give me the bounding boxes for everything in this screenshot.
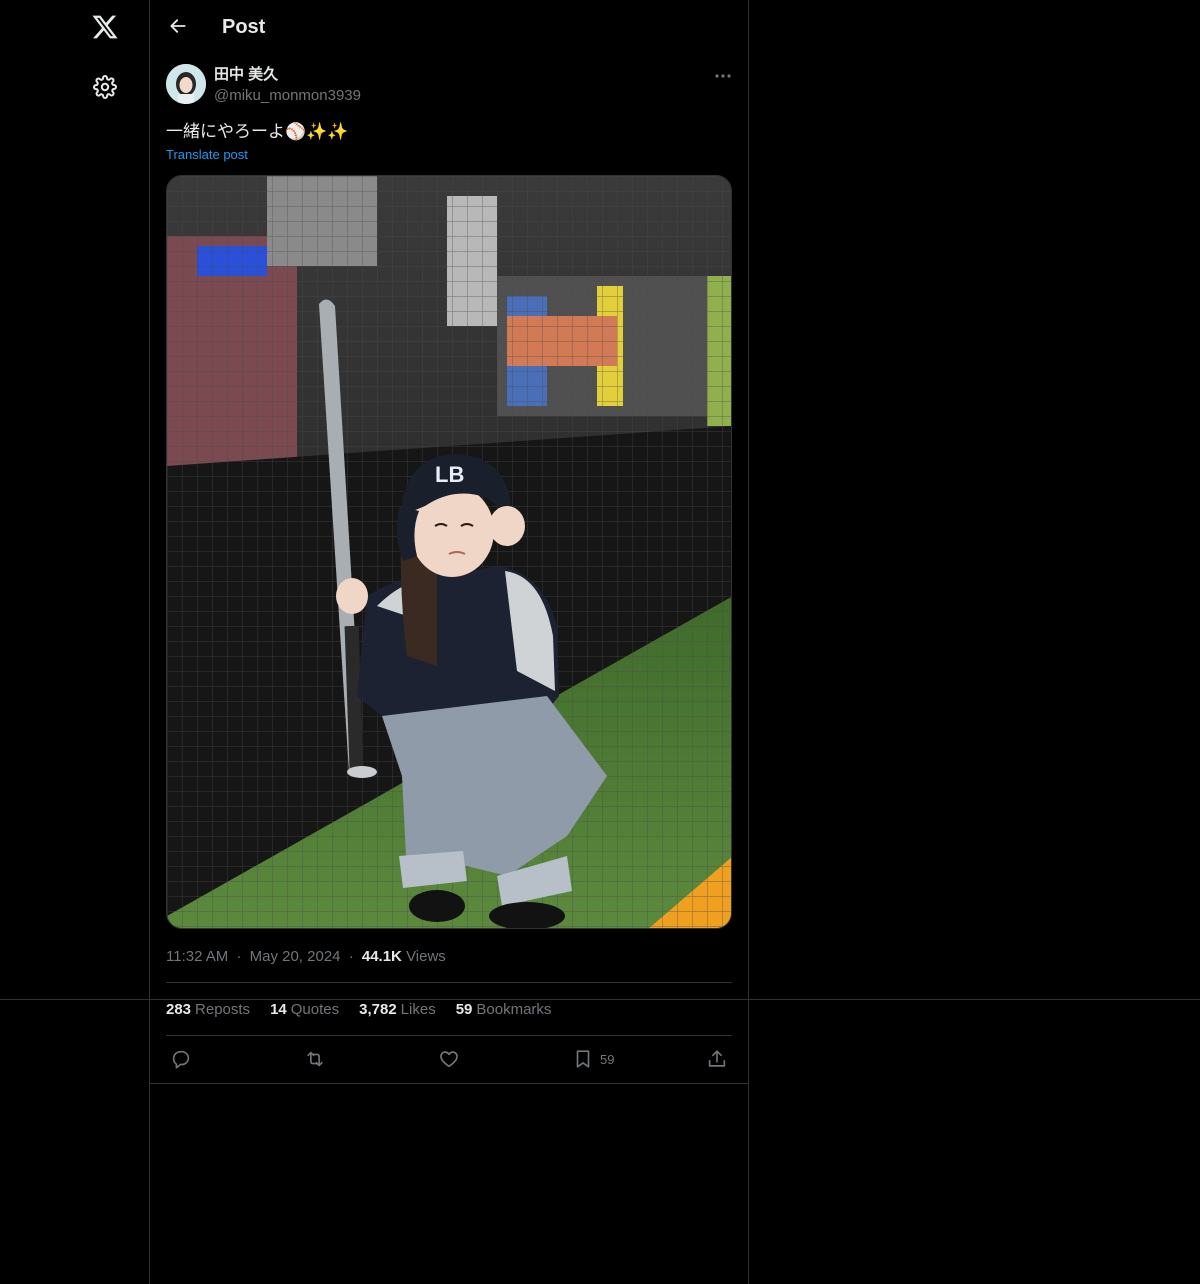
- reply-icon: [172, 1050, 190, 1069]
- reply-button[interactable]: [170, 1044, 192, 1074]
- likes-label: Likes: [400, 1001, 436, 1018]
- avatar[interactable]: [166, 64, 206, 104]
- reposts-stat[interactable]: 283 Reposts: [166, 1000, 250, 1020]
- post-header: Post: [150, 0, 748, 53]
- reposts-label: Reposts: [195, 1001, 251, 1018]
- post-meta: 11:32 AM · May 20, 2024 · 44.1K Views: [166, 947, 446, 967]
- more-horizontal-icon: [715, 74, 731, 78]
- meta-separator: ·: [236, 948, 242, 965]
- baseball-emoji: ⚾: [285, 122, 307, 141]
- post-photo: LB: [167, 176, 731, 928]
- x-logo-icon[interactable]: [82, 4, 128, 50]
- sparkles-emoji: ✨: [306, 122, 328, 141]
- bookmark-count: 59: [600, 1051, 615, 1067]
- author-display-name[interactable]: 田中 美久: [214, 66, 278, 84]
- bookmarks-count: 59: [455, 1001, 473, 1018]
- more-button[interactable]: [706, 62, 740, 90]
- arrow-left-icon: [170, 19, 186, 33]
- post-media[interactable]: LB: [166, 175, 732, 929]
- post-stats: 283 Reposts 14 Quotes 3,782 Likes 59 Bookmar…: [166, 1000, 571, 1020]
- divider: [150, 1083, 748, 1084]
- sparkles-emoji: ✨: [327, 122, 349, 141]
- share-button[interactable]: [706, 1044, 728, 1074]
- post-date[interactable]: May 20, 2024: [250, 948, 341, 965]
- back-button[interactable]: [160, 8, 196, 44]
- repost-icon: [307, 1051, 323, 1067]
- post-column: Post 田中 美久 @miku_monmon3939 一緒にやろーよ⚾✨✨ T…: [149, 0, 749, 1284]
- likes-count: 3,782: [359, 1001, 397, 1018]
- post-time[interactable]: 11:32 AM: [166, 948, 228, 965]
- gear-icon[interactable]: [82, 64, 128, 110]
- like-button[interactable]: [438, 1044, 460, 1074]
- views-count: 44.1K: [361, 948, 402, 965]
- translate-post-link[interactable]: Translate post: [166, 147, 248, 163]
- divider: [166, 982, 732, 983]
- bookmark-button[interactable]: 59: [572, 1044, 614, 1074]
- likes-stat[interactable]: 3,782 Likes: [359, 1000, 436, 1020]
- quotes-count: 14: [270, 1001, 287, 1018]
- views-label: Views: [406, 948, 446, 965]
- quotes-label: Quotes: [290, 1001, 340, 1018]
- repost-button[interactable]: [304, 1044, 326, 1074]
- svg-text:LB: LB: [435, 462, 464, 487]
- meta-separator: ·: [348, 948, 354, 965]
- heart-icon: [440, 1051, 458, 1068]
- reposts-count: 283: [166, 1001, 192, 1018]
- left-nav: [0, 0, 150, 1284]
- quotes-stat[interactable]: 14 Quotes: [270, 1000, 339, 1020]
- author-handle[interactable]: @miku_monmon3939: [214, 87, 361, 105]
- post-text-body: 一緒にやろーよ: [166, 122, 285, 141]
- page-title: Post: [222, 16, 266, 38]
- bookmark-icon: [576, 1050, 590, 1068]
- bookmarks-stat[interactable]: 59 Bookmarks: [456, 1000, 552, 1020]
- share-icon: [708, 1050, 726, 1067]
- action-bar: 59: [166, 1036, 732, 1082]
- post-text: 一緒にやろーよ⚾✨✨: [166, 120, 349, 144]
- bookmarks-label: Bookmarks: [476, 1001, 552, 1018]
